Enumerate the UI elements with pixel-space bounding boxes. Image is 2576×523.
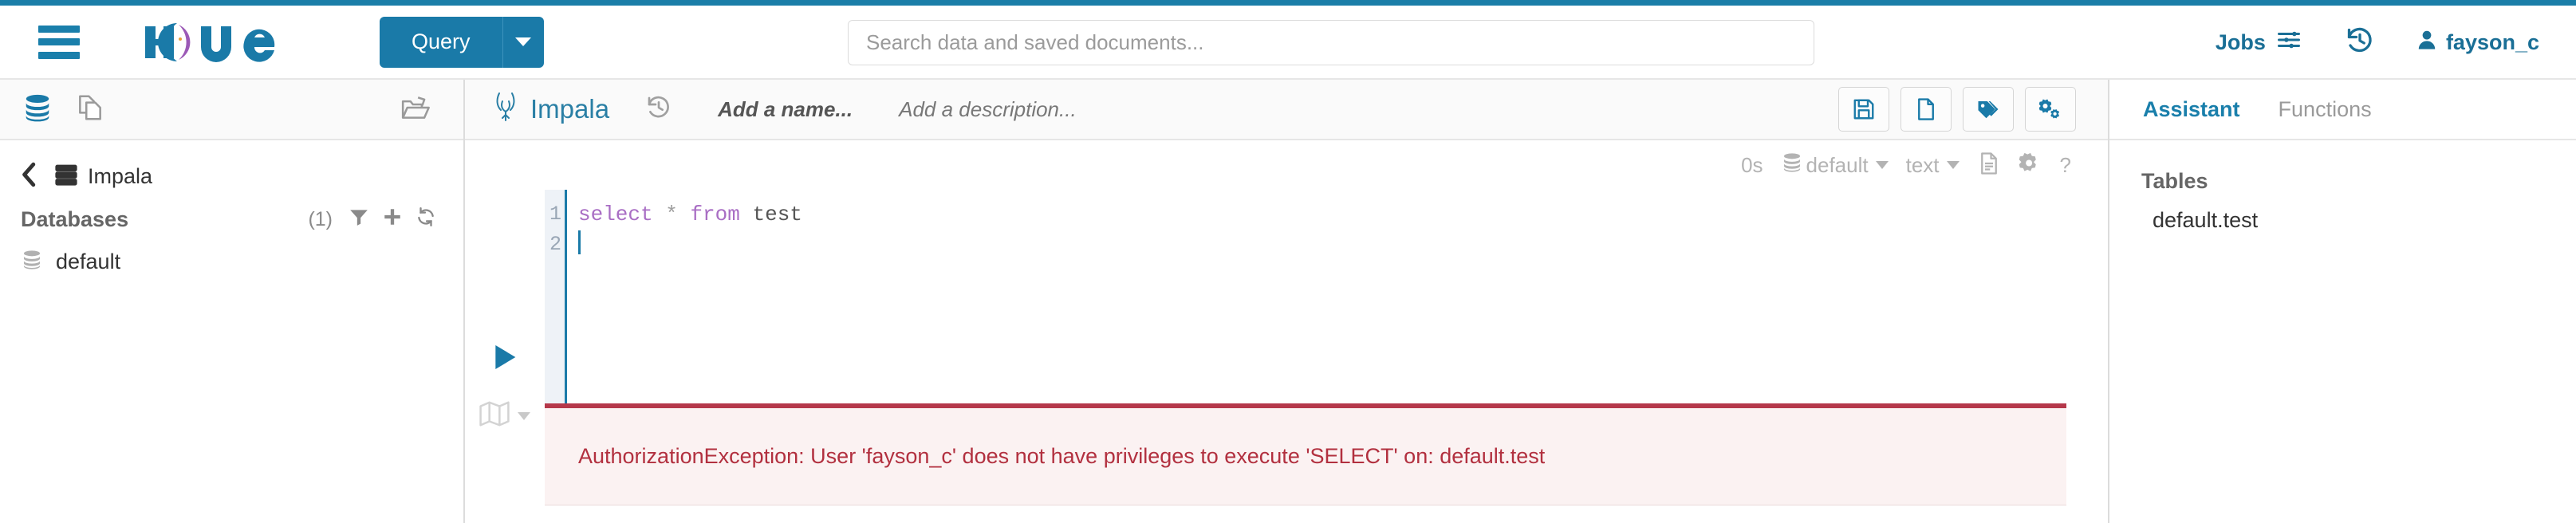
- tables-section-title: Tables: [2141, 169, 2208, 193]
- database-icon[interactable]: [22, 92, 53, 127]
- text-cursor: [578, 230, 581, 254]
- editor-column: Impala Add a name... Add a description..…: [465, 80, 2108, 523]
- selected-format: text: [1905, 152, 1940, 177]
- database-icon: [1781, 151, 1806, 179]
- line-number-gutter: 12: [545, 190, 567, 403]
- source-label: Impala: [88, 163, 153, 188]
- sql-token-keyword: from: [690, 203, 740, 226]
- error-message-box: AuthorizationException: User 'fayson_c' …: [545, 403, 2066, 505]
- assistant-tabs: Assistant Functions: [2109, 80, 2576, 140]
- code-area: 12 select * from test AuthorizationExcep…: [545, 190, 2108, 523]
- jobs-label: Jobs: [2215, 30, 2266, 54]
- sql-code[interactable]: select * from test: [567, 190, 2108, 403]
- query-button-group: Query: [380, 16, 544, 68]
- left-assist-panel: Impala Databases (1) default: [0, 80, 465, 523]
- top-navbar: Query Jobs: [0, 6, 2576, 80]
- table-entry[interactable]: default.test: [2141, 208, 2576, 233]
- sql-editor[interactable]: 12 select * from test: [545, 190, 2108, 403]
- help-icon[interactable]: ?: [2060, 153, 2071, 178]
- plus-icon[interactable]: [382, 206, 403, 233]
- history-icon: [2346, 27, 2374, 58]
- explain-button[interactable]: [479, 401, 530, 431]
- sliders-icon: [2275, 28, 2302, 57]
- assistant-content: Tables default.test: [2109, 140, 2576, 233]
- folder-open-icon[interactable]: [400, 92, 431, 127]
- chevron-left-icon[interactable]: [21, 162, 38, 191]
- save-button[interactable]: [1838, 87, 1889, 132]
- server-icon: [54, 163, 78, 190]
- navbar-right-actions: Jobs fayson_c: [2216, 6, 2539, 80]
- hamburger-menu-icon[interactable]: [38, 25, 80, 59]
- jobs-link[interactable]: Jobs: [2216, 28, 2302, 57]
- query-name-input[interactable]: Add a name...: [718, 97, 853, 122]
- new-document-button[interactable]: [1900, 87, 1952, 132]
- hue-logo[interactable]: [142, 20, 309, 65]
- tags-button[interactable]: [1963, 87, 2014, 132]
- databases-actions: (1): [308, 206, 436, 233]
- databases-label: Databases: [21, 206, 129, 231]
- format-selector[interactable]: text: [1906, 153, 1960, 178]
- user-icon: [2416, 27, 2438, 58]
- play-icon[interactable]: [489, 341, 521, 377]
- left-panel-header: [0, 80, 463, 140]
- query-description-input[interactable]: Add a description...: [899, 97, 1077, 122]
- gear-icon[interactable]: [2019, 151, 2042, 179]
- chevron-down-icon: [518, 411, 530, 420]
- selected-database: default: [1806, 152, 1869, 177]
- user-menu[interactable]: fayson_c: [2416, 27, 2539, 58]
- map-icon: [479, 401, 510, 431]
- source-breadcrumb[interactable]: Impala: [21, 155, 443, 198]
- databases-count: (1): [308, 207, 333, 230]
- database-name: default: [56, 249, 121, 273]
- editor-toolbar: 0s default text ?: [465, 140, 2108, 190]
- chevron-down-icon: [1946, 161, 1960, 169]
- database-item-default[interactable]: default: [21, 241, 443, 282]
- databases-header: Databases (1): [21, 198, 443, 241]
- app-body: Impala Databases (1) default Impala Add …: [0, 80, 2576, 523]
- database-selector[interactable]: default: [1781, 151, 1889, 179]
- documents-icon[interactable]: [75, 92, 105, 127]
- history-button[interactable]: [2346, 26, 2374, 59]
- sql-token-keyword: select: [578, 203, 653, 226]
- top-accent-strip: [0, 0, 2576, 6]
- run-controls: [465, 190, 545, 523]
- chevron-down-icon: [1875, 161, 1889, 169]
- chevron-down-icon: [515, 37, 532, 46]
- sql-token-operator: *: [665, 203, 678, 226]
- query-button[interactable]: Query: [380, 16, 502, 68]
- hue-application: Query Jobs: [0, 0, 2576, 523]
- editor-header: Impala Add a name... Add a description..…: [465, 80, 2108, 140]
- database-icon: [21, 249, 43, 275]
- file-text-icon[interactable]: [1977, 151, 2001, 180]
- refresh-icon[interactable]: [416, 206, 436, 233]
- tab-functions[interactable]: Functions: [2279, 97, 2372, 122]
- left-panel-content: Impala Databases (1) default: [0, 140, 463, 282]
- sql-token-identifier: test: [752, 203, 802, 226]
- tab-assistant[interactable]: Assistant: [2143, 97, 2240, 122]
- query-dropdown-caret[interactable]: [502, 16, 544, 68]
- impala-logo: [492, 90, 519, 129]
- error-message: AuthorizationException: User 'fayson_c' …: [578, 444, 1546, 468]
- filter-icon[interactable]: [349, 206, 369, 233]
- search-input[interactable]: [848, 20, 1814, 65]
- query-duration: 0s: [1741, 152, 1763, 177]
- user-name: fayson_c: [2445, 30, 2539, 54]
- editor-main: 12 select * from test AuthorizationExcep…: [465, 190, 2108, 523]
- history-icon[interactable]: [646, 95, 672, 124]
- global-search: [848, 20, 1814, 65]
- settings-button[interactable]: [2025, 87, 2076, 132]
- right-assistant-panel: Assistant Functions Tables default.test: [2108, 80, 2576, 523]
- editor-action-buttons: [1838, 87, 2076, 132]
- engine-name: Impala: [530, 94, 610, 124]
